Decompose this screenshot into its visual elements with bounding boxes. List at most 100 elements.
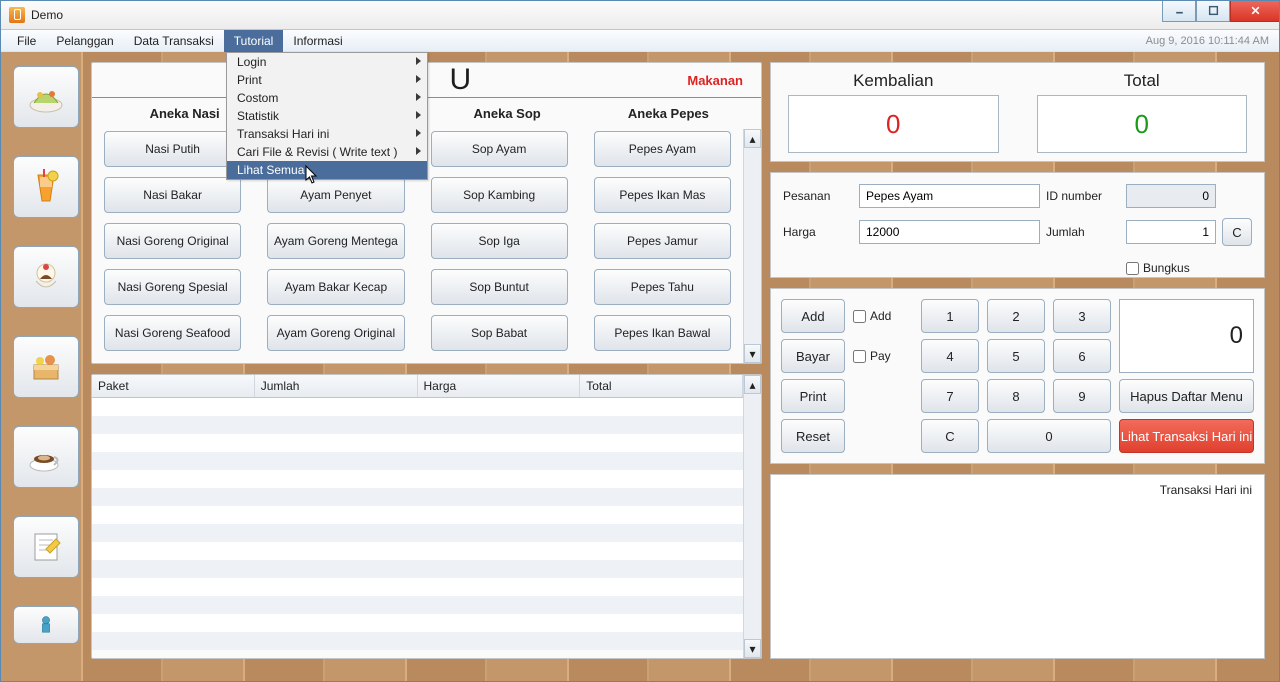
add-button[interactable]: Add (781, 299, 845, 333)
lihat-transaksi-button[interactable]: Lihat Transaksi Hari ini (1119, 419, 1254, 453)
menu-item-button[interactable]: Nasi Goreng Seafood (104, 315, 241, 351)
menu-item-button[interactable]: Nasi Goreng Original (104, 223, 241, 259)
menu-item-button[interactable]: Nasi Putih (104, 131, 241, 167)
dropdown-costom[interactable]: Costom (227, 89, 427, 107)
menu-item-button[interactable]: Pepes Tahu (594, 269, 731, 305)
scroll-down-icon[interactable]: ▾ (744, 344, 761, 363)
menu-item-button[interactable]: Ayam Bakar Kecap (267, 269, 404, 305)
pesanan-input[interactable] (859, 184, 1040, 208)
coffee-category-button[interactable] (13, 426, 79, 488)
drink-category-button[interactable] (13, 156, 79, 218)
reset-button[interactable]: Reset (781, 419, 845, 453)
order-table-panel: Paket Jumlah Harga Total ▴ ▾ (91, 374, 762, 659)
menu-item-button[interactable]: Ayam Goreng Mentega (267, 223, 404, 259)
menu-item-button[interactable]: Sop Kambing (431, 177, 568, 213)
key-5[interactable]: 5 (987, 339, 1045, 373)
col-header-pepes: Aneka Pepes (588, 106, 749, 121)
key-4[interactable]: 4 (921, 339, 979, 373)
totals-panel: Kembalian 0 Total 0 (770, 62, 1265, 162)
menu-file[interactable]: File (7, 30, 46, 52)
submenu-arrow-icon (416, 111, 421, 119)
note-category-button[interactable] (13, 516, 79, 578)
minimize-button[interactable] (1162, 0, 1196, 22)
menu-item-button[interactable]: Pepes Jamur (594, 223, 731, 259)
pay-checkbox[interactable] (853, 350, 866, 363)
dropdown-print[interactable]: Print (227, 71, 427, 89)
menu-item-button[interactable]: Pepes Ikan Bawal (594, 315, 731, 351)
scroll-up-icon[interactable]: ▴ (744, 375, 761, 394)
menu-item-button[interactable]: Ayam Goreng Original (267, 315, 404, 351)
menu-item-button[interactable]: Sop Buntut (431, 269, 568, 305)
menu-data-transaksi[interactable]: Data Transaksi (124, 30, 224, 52)
col-header-sop: Aneka Sop (427, 106, 588, 121)
key-7[interactable]: 7 (921, 379, 979, 413)
total-label: Total (1124, 71, 1160, 91)
snack-category-button[interactable] (13, 336, 79, 398)
add-checkbox[interactable] (853, 310, 866, 323)
idnum-field (1126, 184, 1216, 208)
scroll-down-icon[interactable]: ▾ (744, 639, 761, 658)
submenu-arrow-icon (416, 129, 421, 137)
pay-chk-label: Pay (870, 349, 891, 363)
harga-input[interactable] (859, 220, 1040, 244)
keypad-panel: Add Add 1 2 3 0 Bayar Pay 4 5 6 Print 7 … (770, 288, 1265, 464)
food-category-button[interactable] (13, 66, 79, 128)
menu-item-button[interactable]: Sop Ayam (431, 131, 568, 167)
dropdown-transaksi[interactable]: Transaksi Hari ini (227, 125, 427, 143)
th-harga: Harga (418, 375, 581, 397)
menu-item-button[interactable]: Pepes Ikan Mas (594, 177, 731, 213)
scroll-up-icon[interactable]: ▴ (744, 129, 761, 148)
menu-informasi[interactable]: Informasi (283, 30, 352, 52)
table-scrollbar[interactable]: ▴ ▾ (743, 375, 761, 658)
pesanan-label: Pesanan (783, 189, 853, 203)
submenu-arrow-icon (416, 75, 421, 83)
menu-pelanggan[interactable]: Pelanggan (46, 30, 123, 52)
key-c[interactable]: C (921, 419, 979, 453)
key-9[interactable]: 9 (1053, 379, 1111, 413)
total-value: 0 (1037, 95, 1248, 153)
dessert-category-button[interactable] (13, 246, 79, 308)
menu-item-button[interactable]: Sop Babat (431, 315, 568, 351)
menu-tutorial[interactable]: Tutorial (224, 30, 284, 52)
dropdown-statistik[interactable]: Statistik (227, 107, 427, 125)
key-2[interactable]: 2 (987, 299, 1045, 333)
category-iconbar (1, 52, 91, 681)
clock-label: Aug 9, 2016 10:11:44 AM (1146, 30, 1279, 52)
dropdown-cari-file[interactable]: Cari File & Revisi ( Write text ) (227, 143, 427, 161)
clear-jumlah-button[interactable]: C (1222, 218, 1252, 246)
jumlah-input[interactable] (1126, 220, 1216, 244)
menu-category-label: Makanan (687, 73, 743, 88)
bungkus-label: Bungkus (1143, 261, 1190, 275)
key-0[interactable]: 0 (987, 419, 1111, 453)
window-title: Demo (31, 8, 63, 22)
bayar-button[interactable]: Bayar (781, 339, 845, 373)
hapus-button[interactable]: Hapus Daftar Menu (1119, 379, 1254, 413)
settings-category-button[interactable] (13, 606, 79, 644)
maximize-button[interactable] (1196, 0, 1230, 22)
dropdown-lihat-semua[interactable]: Lihat Semua (227, 161, 427, 179)
close-button[interactable] (1230, 0, 1280, 22)
table-body[interactable] (92, 398, 743, 659)
bungkus-checkbox[interactable] (1126, 262, 1139, 275)
dropdown-login[interactable]: Login (227, 53, 427, 71)
table-header: Paket Jumlah Harga Total (92, 375, 743, 398)
menubar: File Pelanggan Data Transaksi Tutorial I… (1, 30, 1279, 53)
submenu-arrow-icon (416, 93, 421, 101)
keypad-display: 0 (1119, 299, 1254, 373)
key-8[interactable]: 8 (987, 379, 1045, 413)
menu-item-button[interactable]: Pepes Ayam (594, 131, 731, 167)
th-paket: Paket (92, 375, 255, 397)
titlebar: Demo (1, 1, 1279, 30)
print-button[interactable]: Print (781, 379, 845, 413)
add-chk-label: Add (870, 309, 891, 323)
kembalian-value: 0 (788, 95, 999, 153)
key-1[interactable]: 1 (921, 299, 979, 333)
menu-scrollbar[interactable]: ▴ ▾ (743, 129, 761, 363)
menu-item-button[interactable]: Nasi Goreng Spesial (104, 269, 241, 305)
menu-item-button[interactable]: Ayam Penyet (267, 177, 404, 213)
key-3[interactable]: 3 (1053, 299, 1111, 333)
menu-item-button[interactable]: Nasi Bakar (104, 177, 241, 213)
submenu-arrow-icon (416, 147, 421, 155)
key-6[interactable]: 6 (1053, 339, 1111, 373)
menu-item-button[interactable]: Sop Iga (431, 223, 568, 259)
